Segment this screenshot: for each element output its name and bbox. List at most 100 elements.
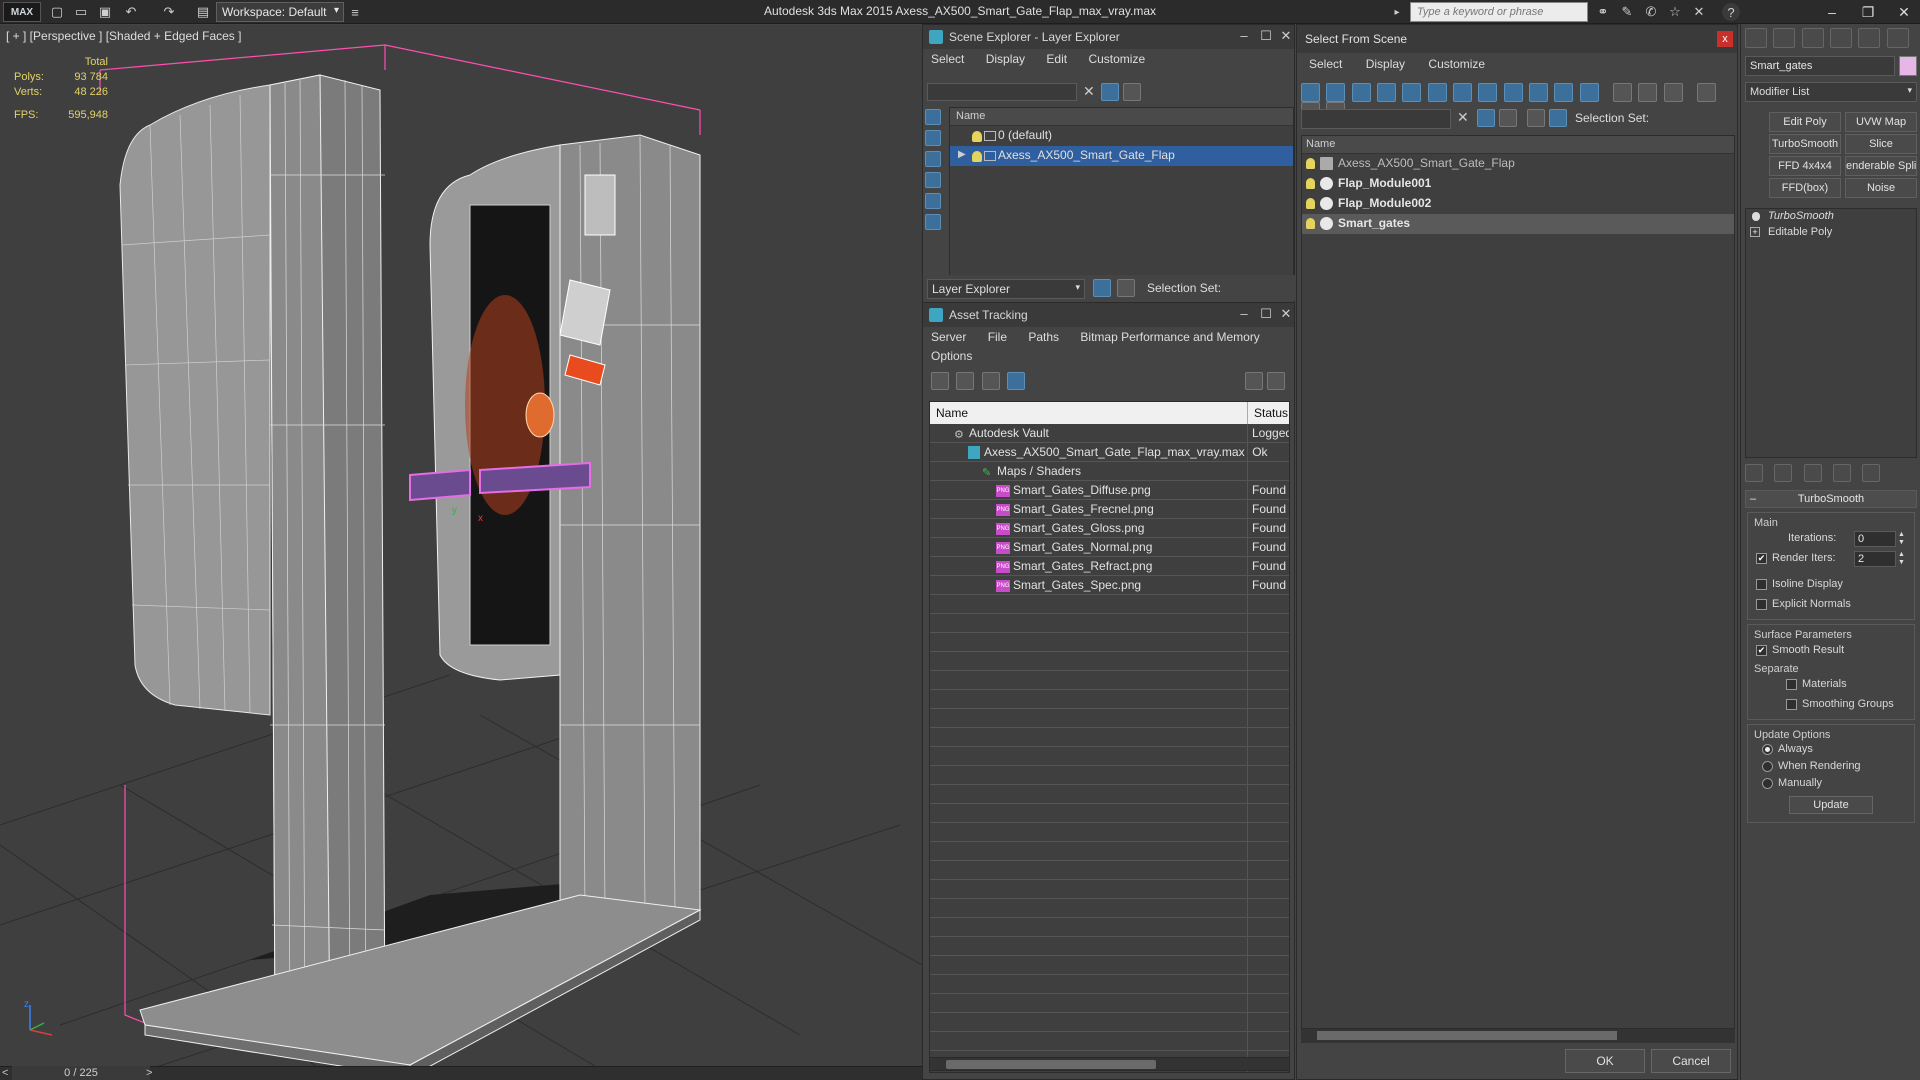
lightbulb-icon[interactable] [1306, 198, 1315, 209]
lightbulb-icon[interactable] [1306, 218, 1315, 229]
redo-icon[interactable]: ↷ [160, 3, 178, 21]
spinner-arrows-icon[interactable]: ▲ ▼ [1898, 551, 1906, 567]
explorer-type-dropdown[interactable]: Layer Explorer ▾ [927, 279, 1085, 299]
rollout-header[interactable]: – TurboSmooth [1745, 490, 1917, 508]
object-filter-input[interactable] [1301, 109, 1451, 129]
display-shapes-icon[interactable] [1326, 83, 1346, 102]
display-lights-icon[interactable] [925, 151, 941, 167]
select-from-scene-titlebar[interactable]: Select From Scene x [1297, 25, 1737, 53]
communication-icon[interactable]: ✆ [1642, 3, 1660, 21]
subscription-icon[interactable]: ✎ [1618, 3, 1636, 21]
close-icon[interactable]: x [1717, 31, 1733, 47]
lightbulb-icon[interactable] [972, 151, 982, 162]
modify-tab-icon[interactable] [1773, 28, 1796, 48]
manually-radio[interactable] [1762, 778, 1773, 789]
clear-filter-icon[interactable]: ✕ [1457, 109, 1469, 126]
always-radio[interactable] [1762, 744, 1773, 755]
layer-row-selected[interactable]: ▶ Axess_AX500_Smart_Gate_Flap [950, 146, 1293, 166]
help-icon[interactable]: ? [1722, 3, 1740, 21]
isoline-checkbox[interactable] [1756, 579, 1767, 590]
close-icon[interactable]: ✕ [1277, 306, 1295, 324]
column-status[interactable]: Status [1248, 402, 1289, 424]
close-icon[interactable]: ✕ [1277, 28, 1295, 46]
edit-poly-button[interactable]: Edit Poly [1769, 112, 1841, 132]
lightbulb-icon[interactable] [972, 131, 982, 142]
show-end-result-icon[interactable] [1774, 464, 1793, 482]
smoothing-groups-checkbox[interactable] [1786, 699, 1797, 710]
save-file-icon[interactable]: ▣ [96, 3, 114, 21]
lightbulb-icon[interactable] [1752, 212, 1760, 221]
favorites-icon[interactable]: ☆ [1666, 3, 1684, 21]
object-row[interactable]: Axess_AX500_Smart_Gate_Flap [1302, 154, 1734, 174]
table-row[interactable]: Axess_AX500_Smart_Gate_Flap_max_vray.max… [930, 443, 1289, 462]
menu-edit[interactable]: Edit [1046, 52, 1067, 66]
help-icon[interactable] [1245, 372, 1263, 390]
display-cameras-icon[interactable] [925, 172, 941, 188]
table-row[interactable]: PNG Smart_Gates_Diffuse.png Found [930, 481, 1289, 500]
perspective-viewport[interactable]: [ + ] [Perspective ] [Shaded + Edged Fac… [0, 25, 922, 1069]
scrollbar-thumb[interactable] [1317, 1031, 1617, 1040]
display-groups-icon[interactable] [1453, 83, 1473, 102]
viewport-label[interactable]: [ + ] [Perspective ] [Shaded + Edged Fac… [6, 29, 241, 43]
table-row[interactable]: PNG Smart_Gates_Frecnel.png Found [930, 500, 1289, 519]
maximize-icon[interactable]: ☐ [1257, 28, 1275, 46]
menu-select[interactable]: Select [1309, 57, 1342, 71]
minimize-icon[interactable]: – [1814, 0, 1850, 24]
undo-icon[interactable]: ↶ [122, 3, 140, 21]
display-helpers-icon[interactable] [925, 193, 941, 209]
noise-button[interactable]: Noise [1845, 178, 1917, 198]
sync-selection-icon[interactable] [1123, 83, 1141, 101]
turbosmooth-button[interactable]: TurboSmooth [1769, 134, 1841, 154]
cancel-button[interactable]: Cancel [1651, 1049, 1731, 1073]
menu-customize[interactable]: Customize [1088, 52, 1145, 66]
sync-selection-icon[interactable] [1499, 109, 1517, 127]
when-rendering-radio[interactable] [1762, 761, 1773, 772]
minimize-icon[interactable]: – [1235, 306, 1253, 324]
display-cameras-icon[interactable] [1377, 83, 1397, 102]
column-name[interactable]: Name [930, 402, 1248, 424]
refresh-icon[interactable] [931, 372, 949, 390]
search-expand-icon[interactable]: ▸ [1388, 3, 1406, 21]
configure-modifier-sets-icon[interactable] [1862, 464, 1881, 482]
stack-item-editable-poly[interactable]: + Editable Poly [1746, 225, 1916, 241]
table-row[interactable]: ✎ Maps / Shaders [930, 462, 1289, 481]
remove-modifier-icon[interactable] [1833, 464, 1852, 482]
table-row[interactable]: ⚙ Autodesk Vault Logged [930, 424, 1289, 443]
layer-tree-header[interactable]: Name [950, 108, 1293, 126]
layer-toggle-icon[interactable] [1527, 109, 1545, 127]
expand-arrow-icon[interactable]: ▶ [958, 149, 966, 160]
menu-paths[interactable]: Paths [1028, 330, 1059, 344]
lightbulb-icon[interactable] [1306, 158, 1315, 169]
list-view-icon[interactable] [956, 372, 975, 390]
object-row-highlighted[interactable]: Smart_gates [1302, 214, 1734, 234]
new-file-icon[interactable]: ▢ [48, 3, 66, 21]
thumbnail-view-icon[interactable] [981, 372, 1000, 390]
filter-options-icon[interactable] [1697, 83, 1717, 102]
display-xrefs-icon[interactable] [1478, 83, 1498, 102]
close-icon[interactable]: ✕ [1886, 0, 1920, 24]
display-tab-icon[interactable] [1858, 28, 1881, 48]
hierarchy-icon[interactable] [1117, 279, 1135, 297]
asset-tracking-titlebar[interactable]: Asset Tracking – ☐ ✕ [923, 303, 1294, 327]
menu-display[interactable]: Display [1366, 57, 1405, 71]
menu-customize[interactable]: Customize [1428, 57, 1485, 71]
renderable-spline-button[interactable]: enderable Splin [1845, 156, 1917, 176]
display-geometry-icon[interactable] [1301, 83, 1320, 102]
display-helpers-icon[interactable] [1402, 83, 1422, 102]
table-row[interactable]: PNG Smart_Gates_Spec.png Found [930, 576, 1289, 595]
expand-plus-icon[interactable]: + [1750, 227, 1760, 237]
scene-filter-input[interactable] [927, 83, 1077, 101]
table-view-icon[interactable] [1007, 372, 1026, 390]
binoculars-icon[interactable]: ⚭ [1594, 3, 1612, 21]
menu-server[interactable]: Server [931, 330, 966, 344]
object-list-header[interactable]: Name [1302, 136, 1734, 154]
display-shapes-icon[interactable] [925, 130, 941, 146]
ffd-box-button[interactable]: FFD(box) [1769, 178, 1841, 198]
filter-icon[interactable] [1101, 83, 1119, 101]
object-color-swatch[interactable] [1899, 56, 1917, 76]
utilities-tab-icon[interactable] [1886, 28, 1909, 48]
modifier-list-dropdown[interactable]: Modifier List ▾ [1745, 82, 1917, 102]
hierarchy-icon[interactable] [1549, 109, 1567, 127]
display-geometry-icon[interactable] [925, 109, 941, 125]
project-folder-icon[interactable]: ▤ [194, 3, 212, 21]
